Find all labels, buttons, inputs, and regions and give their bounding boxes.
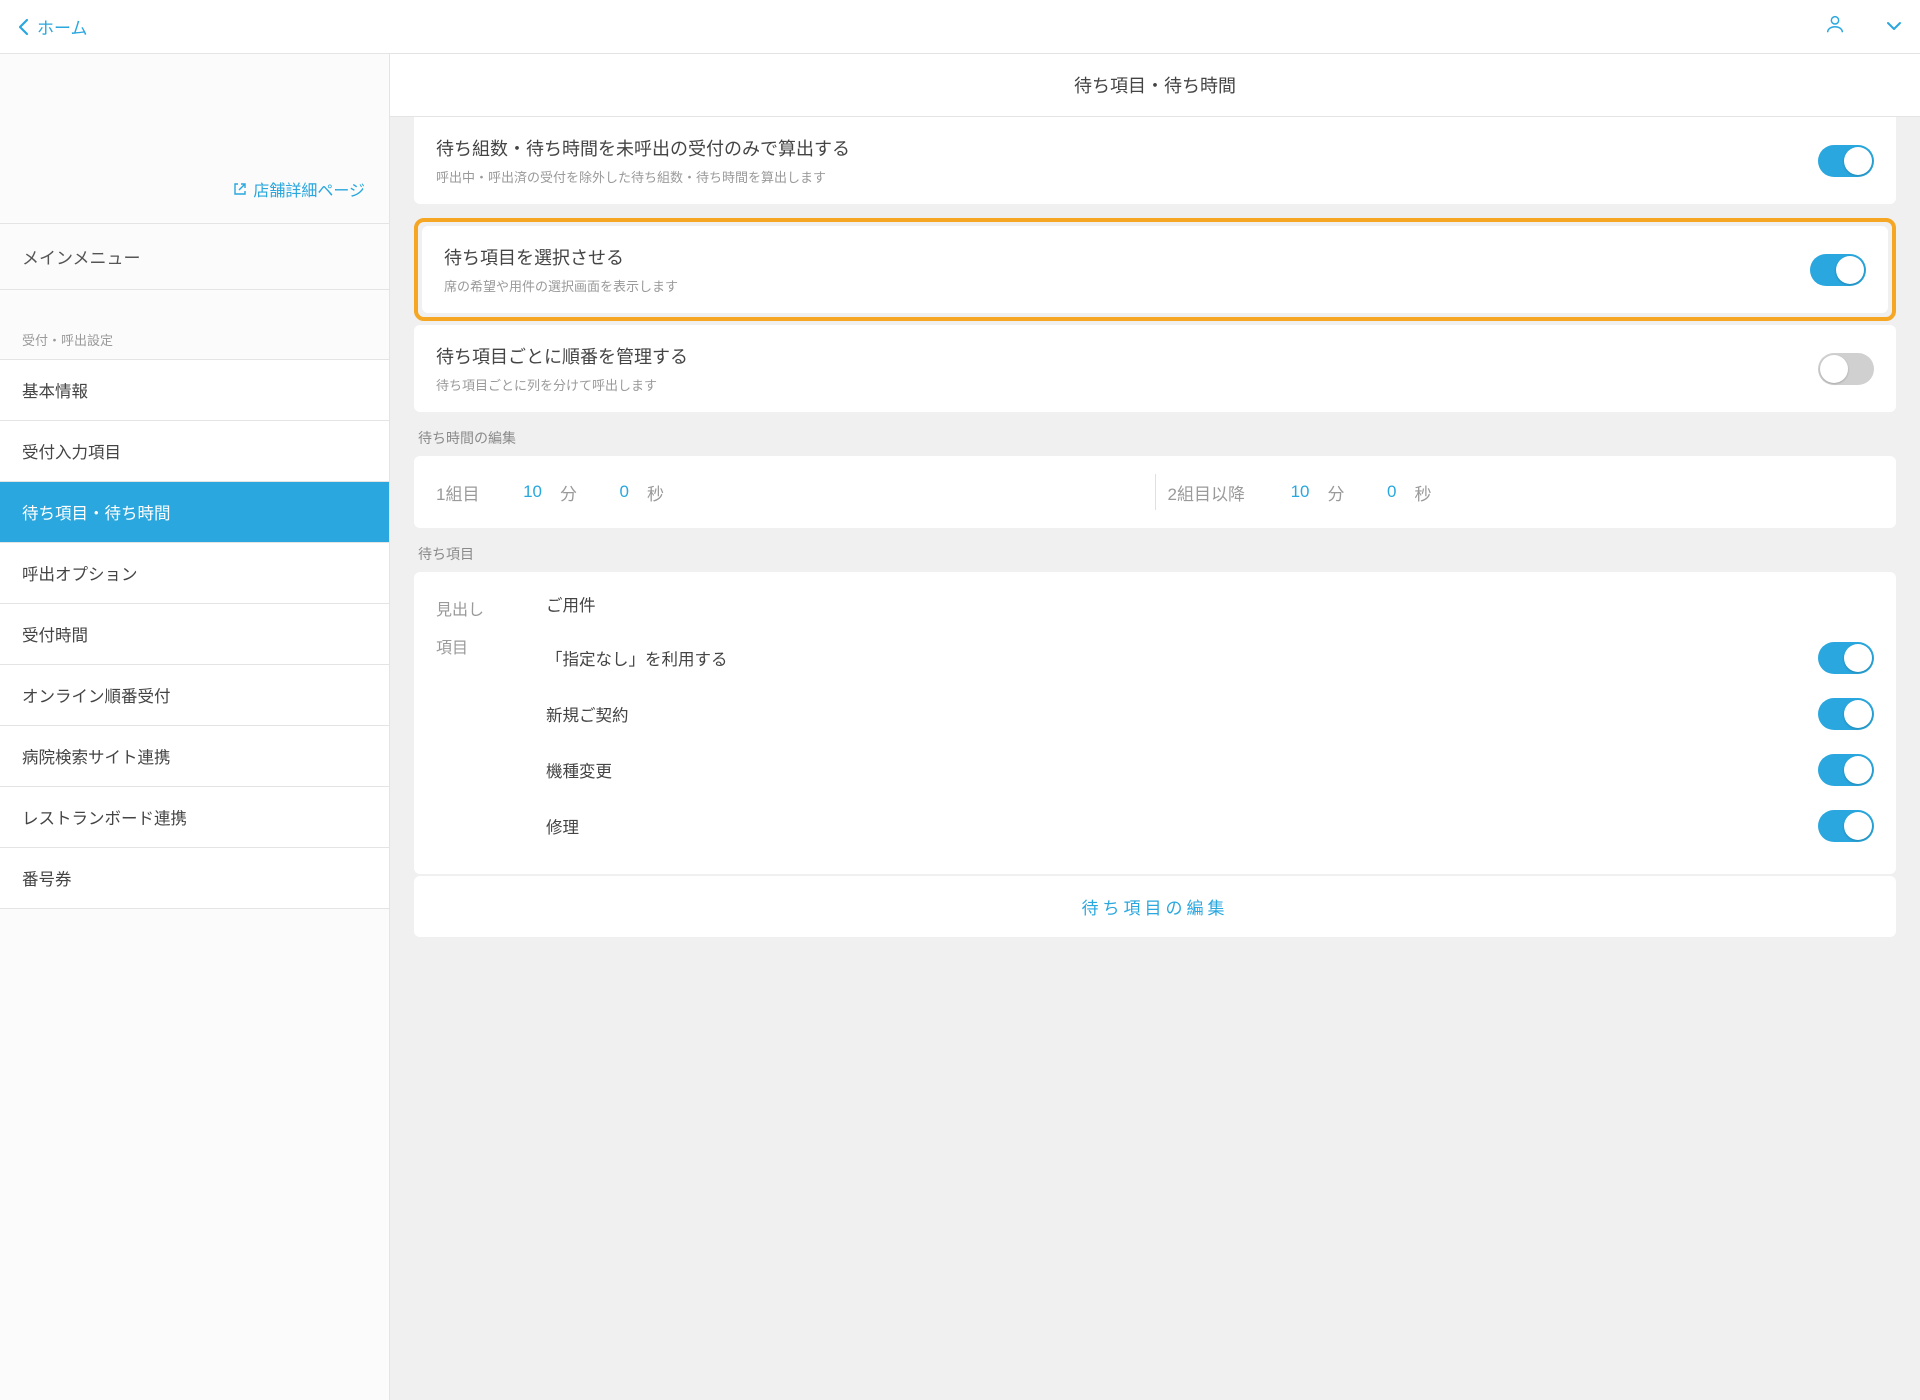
setting-only-uncalled: 待ち組数・待ち時間を未呼出の受付のみで算出する 呼出中・呼出済の受付を除外した待… — [414, 117, 1896, 204]
sidebar-item[interactable]: 病院検索サイト連携 — [0, 726, 389, 787]
edit-wait-items-button[interactable]: 待ち項目の編集 — [414, 876, 1896, 937]
rest-group-sec[interactable]: 0 — [1363, 482, 1397, 502]
setting-sub: 席の希望や用件の選択画面を表示します — [444, 276, 678, 295]
sidebar-item[interactable]: 基本情報 — [0, 360, 389, 421]
first-group-min[interactable]: 10 — [508, 482, 542, 502]
option-toggle[interactable] — [1818, 754, 1874, 786]
sidebar: 店舗詳細ページ メインメニュー 受付・呼出設定 基本情報受付入力項目待ち項目・待… — [0, 54, 390, 1400]
wait-time-card[interactable]: 1組目 10 分 0 秒 2組目以降 10 分 0 秒 — [414, 456, 1896, 528]
back-home-button[interactable]: ホーム — [18, 14, 88, 39]
option-toggle[interactable] — [1818, 698, 1874, 730]
wait-item-option: 「指定なし」を利用する — [546, 630, 1874, 686]
wait-item-option: 新規ご契約 — [546, 686, 1874, 742]
toggle-manage-each[interactable] — [1818, 353, 1874, 385]
first-group-label: 1組目 — [436, 480, 490, 505]
user-icon[interactable] — [1824, 13, 1846, 40]
wait-items-card: 見出し ご用件 項目 「指定なし」を利用する新規ご契約機種変更修理 — [414, 572, 1896, 874]
setting-sub: 待ち項目ごとに列を分けて呼出します — [436, 375, 688, 394]
option-label: 新規ご契約 — [546, 702, 629, 726]
wait-item-option: 機種変更 — [546, 742, 1874, 798]
wait-item-option: 修理 — [546, 798, 1874, 854]
main-menu-label[interactable]: メインメニュー — [0, 224, 389, 290]
store-detail-link[interactable]: 店舗詳細ページ — [233, 177, 365, 201]
setting-sub: 呼出中・呼出済の受付を除外した待ち組数・待ち時間を算出します — [436, 167, 850, 186]
setting-let-select: 待ち項目を選択させる 席の希望や用件の選択画面を表示します — [422, 226, 1888, 313]
rest-group-min[interactable]: 10 — [1276, 482, 1310, 502]
store-detail-label: 店舗詳細ページ — [253, 177, 365, 201]
setting-title: 待ち組数・待ち時間を未呼出の受付のみで算出する — [436, 135, 850, 161]
setting-manage-each: 待ち項目ごとに順番を管理する 待ち項目ごとに列を分けて呼出します — [414, 325, 1896, 412]
heading-value: ご用件 — [546, 592, 1874, 616]
sidebar-item[interactable]: 番号券 — [0, 848, 389, 909]
first-group-sec[interactable]: 0 — [595, 482, 629, 502]
sidebar-item[interactable]: 受付時間 — [0, 604, 389, 665]
main-content: 待ち項目・待ち時間 待ち組数・待ち時間を未呼出の受付のみで算出する 呼出中・呼出… — [390, 54, 1920, 1400]
external-link-icon — [233, 182, 247, 196]
items-key: 項目 — [436, 630, 546, 658]
sidebar-item[interactable]: レストランボード連携 — [0, 787, 389, 848]
wait-items-group-label: 待ち項目 — [418, 544, 1896, 564]
wait-time-group-label: 待ち時間の編集 — [418, 428, 1896, 448]
sidebar-item[interactable]: 呼出オプション — [0, 543, 389, 604]
toggle-only-uncalled[interactable] — [1818, 145, 1874, 177]
highlight-let-select: 待ち項目を選択させる 席の希望や用件の選択画面を表示します — [414, 218, 1896, 321]
home-label: ホーム — [37, 14, 88, 39]
vertical-separator — [1155, 474, 1156, 510]
chevron-down-icon[interactable] — [1886, 18, 1902, 36]
option-label: 修理 — [546, 814, 579, 838]
heading-key: 見出し — [436, 592, 546, 620]
option-label: 「指定なし」を利用する — [546, 646, 728, 670]
sidebar-section-label: 受付・呼出設定 — [0, 330, 389, 360]
setting-title: 待ち項目ごとに順番を管理する — [436, 343, 688, 369]
sidebar-item[interactable]: 待ち項目・待ち時間 — [0, 482, 389, 543]
top-bar: ホーム — [0, 0, 1920, 54]
rest-group-label: 2組目以降 — [1168, 480, 1258, 505]
chevron-left-icon — [18, 18, 29, 36]
toggle-let-select[interactable] — [1810, 254, 1866, 286]
option-label: 機種変更 — [546, 758, 612, 782]
sidebar-item[interactable]: 受付入力項目 — [0, 421, 389, 482]
option-toggle[interactable] — [1818, 810, 1874, 842]
sidebar-item[interactable]: オンライン順番受付 — [0, 665, 389, 726]
option-toggle[interactable] — [1818, 642, 1874, 674]
setting-title: 待ち項目を選択させる — [444, 244, 678, 270]
page-title: 待ち項目・待ち時間 — [390, 54, 1920, 117]
